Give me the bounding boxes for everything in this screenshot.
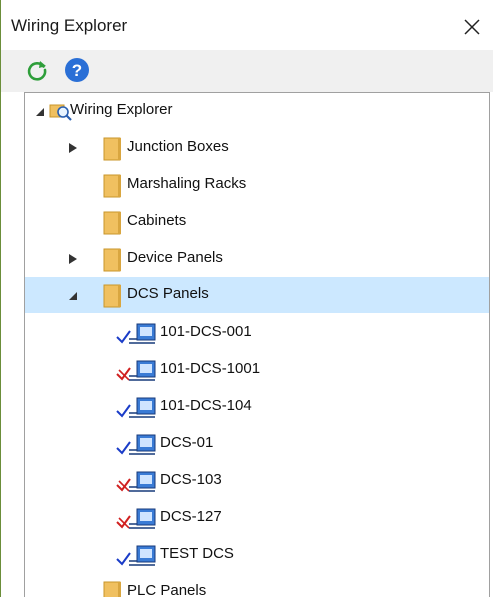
panel-ok-icon bbox=[116, 397, 156, 418]
wiring-tree[interactable]: Wiring Explorer Junction Boxes Marshalin… bbox=[24, 92, 490, 597]
tree-item-label: Junction Boxes bbox=[127, 138, 229, 155]
folder-icon bbox=[103, 284, 121, 308]
tree-item-label: PLC Panels bbox=[127, 582, 207, 597]
tree-item-dcs-panel[interactable]: DCS-01 bbox=[25, 426, 489, 462]
tree-item-dcs-panel[interactable]: DCS-127 bbox=[25, 500, 489, 536]
collapsed-arrow-icon[interactable] bbox=[67, 142, 79, 154]
tree-item-dcs-panel[interactable]: TEST DCS bbox=[25, 537, 489, 573]
tree-item-label: Cabinets bbox=[127, 212, 187, 229]
tree-item-device-panels[interactable]: Device Panels bbox=[25, 241, 489, 277]
panel-label: TEST DCS bbox=[160, 545, 234, 562]
tree-item-label: Marshaling Racks bbox=[127, 175, 247, 192]
panel-ok-icon bbox=[116, 323, 156, 344]
tree-root-wiring-explorer[interactable]: Wiring Explorer bbox=[25, 93, 489, 129]
help-icon: ? bbox=[65, 58, 89, 82]
panel-warning-icon bbox=[116, 471, 156, 492]
panel-ok-icon bbox=[116, 434, 156, 455]
help-button[interactable]: ? bbox=[64, 57, 90, 83]
refresh-button[interactable] bbox=[24, 57, 50, 83]
tree-item-dcs-panels[interactable]: DCS Panels bbox=[25, 277, 489, 313]
close-button[interactable] bbox=[455, 10, 489, 44]
panel-label: 101-DCS-001 bbox=[160, 323, 252, 340]
wiring-explorer-window: Wiring Explorer ? Wiring Explorer Juncti… bbox=[0, 0, 493, 597]
panel-label: 101-DCS-104 bbox=[160, 397, 252, 414]
svg-text:?: ? bbox=[72, 61, 82, 80]
panel-ok-icon bbox=[116, 545, 156, 566]
window-title: Wiring Explorer bbox=[11, 16, 128, 35]
tree-item-dcs-panel[interactable]: 101-DCS-1001 bbox=[25, 352, 489, 388]
title-bar: Wiring Explorer bbox=[1, 0, 493, 50]
toolbar: ? bbox=[1, 50, 493, 92]
tree-item-cabinets[interactable]: Cabinets bbox=[25, 204, 489, 240]
panel-label: 101-DCS-1001 bbox=[160, 360, 261, 377]
folder-icon bbox=[103, 248, 121, 272]
collapsed-arrow-icon[interactable] bbox=[67, 253, 79, 265]
folder-icon bbox=[103, 211, 121, 235]
tree-item-label: DCS Panels bbox=[127, 285, 209, 302]
tree-item-junction-boxes[interactable]: Junction Boxes bbox=[25, 130, 489, 166]
folder-icon bbox=[103, 174, 121, 198]
expanded-arrow-icon[interactable] bbox=[67, 289, 79, 301]
refresh-icon bbox=[27, 61, 47, 81]
panel-label: DCS-127 bbox=[160, 508, 222, 525]
panel-warning-icon bbox=[116, 508, 156, 529]
panel-warning-icon bbox=[116, 360, 156, 381]
folder-icon bbox=[103, 137, 121, 161]
tree-item-marshaling-racks[interactable]: Marshaling Racks bbox=[25, 167, 489, 203]
tree-item-dcs-panel[interactable]: DCS-103 bbox=[25, 463, 489, 499]
tree-root-label: Wiring Explorer bbox=[70, 101, 173, 118]
tree-item-plc-panels[interactable]: PLC Panels bbox=[25, 574, 489, 597]
tree-item-dcs-panel[interactable]: 101-DCS-001 bbox=[25, 315, 489, 351]
close-icon bbox=[464, 19, 480, 35]
tree-item-label: Device Panels bbox=[127, 249, 223, 266]
expanded-arrow-icon[interactable] bbox=[34, 105, 46, 117]
panel-label: DCS-01 bbox=[160, 434, 214, 451]
folder-icon bbox=[103, 581, 121, 597]
tree-item-dcs-panel[interactable]: 101-DCS-104 bbox=[25, 389, 489, 425]
panel-label: DCS-103 bbox=[160, 471, 222, 488]
